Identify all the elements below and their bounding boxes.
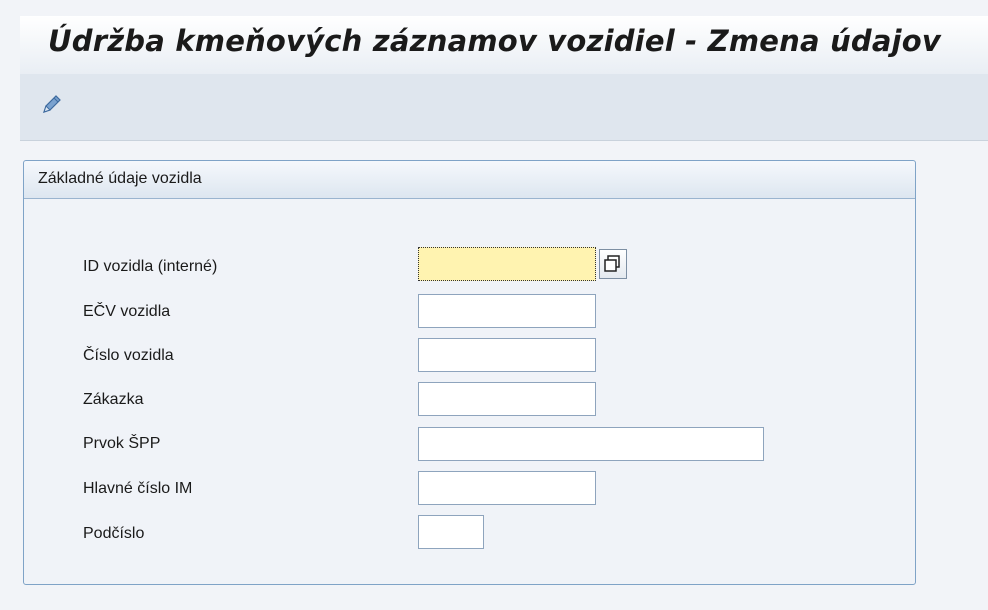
main-asset-number-input[interactable]: [418, 471, 596, 505]
label-vehicle-number: Číslo vozidla: [83, 347, 174, 364]
license-plate-input[interactable]: [418, 294, 596, 328]
label-license-plate: EČV vozidla: [83, 303, 171, 320]
label-sub-number: Podčíslo: [83, 525, 145, 542]
title-bar: Údržba kmeňových záznamov vozidiel - Zme…: [20, 16, 988, 75]
vehicle-basic-data-group: Základné údaje vozidla ID vozidla (inter…: [23, 160, 916, 585]
sub-number-input[interactable]: [418, 515, 484, 549]
value-help-button[interactable]: [599, 249, 627, 279]
label-vehicle-id: ID vozidla (interné): [83, 258, 218, 275]
toolbar: [20, 74, 988, 141]
group-title: Základné údaje vozidla: [38, 170, 202, 187]
wbs-element-input[interactable]: [418, 427, 764, 461]
label-main-asset-number: Hlavné číslo IM: [83, 480, 193, 497]
vehicle-id-input[interactable]: [418, 247, 596, 281]
order-input[interactable]: [418, 382, 596, 416]
page-title: Údržba kmeňových záznamov vozidiel - Zme…: [48, 24, 942, 58]
label-order: Zákazka: [83, 391, 144, 408]
vehicle-number-input[interactable]: [418, 338, 596, 372]
label-wbs-element: Prvok ŠPP: [83, 435, 161, 452]
group-header: Základné údaje vozidla: [24, 161, 915, 199]
pencil-icon[interactable]: [40, 92, 64, 116]
